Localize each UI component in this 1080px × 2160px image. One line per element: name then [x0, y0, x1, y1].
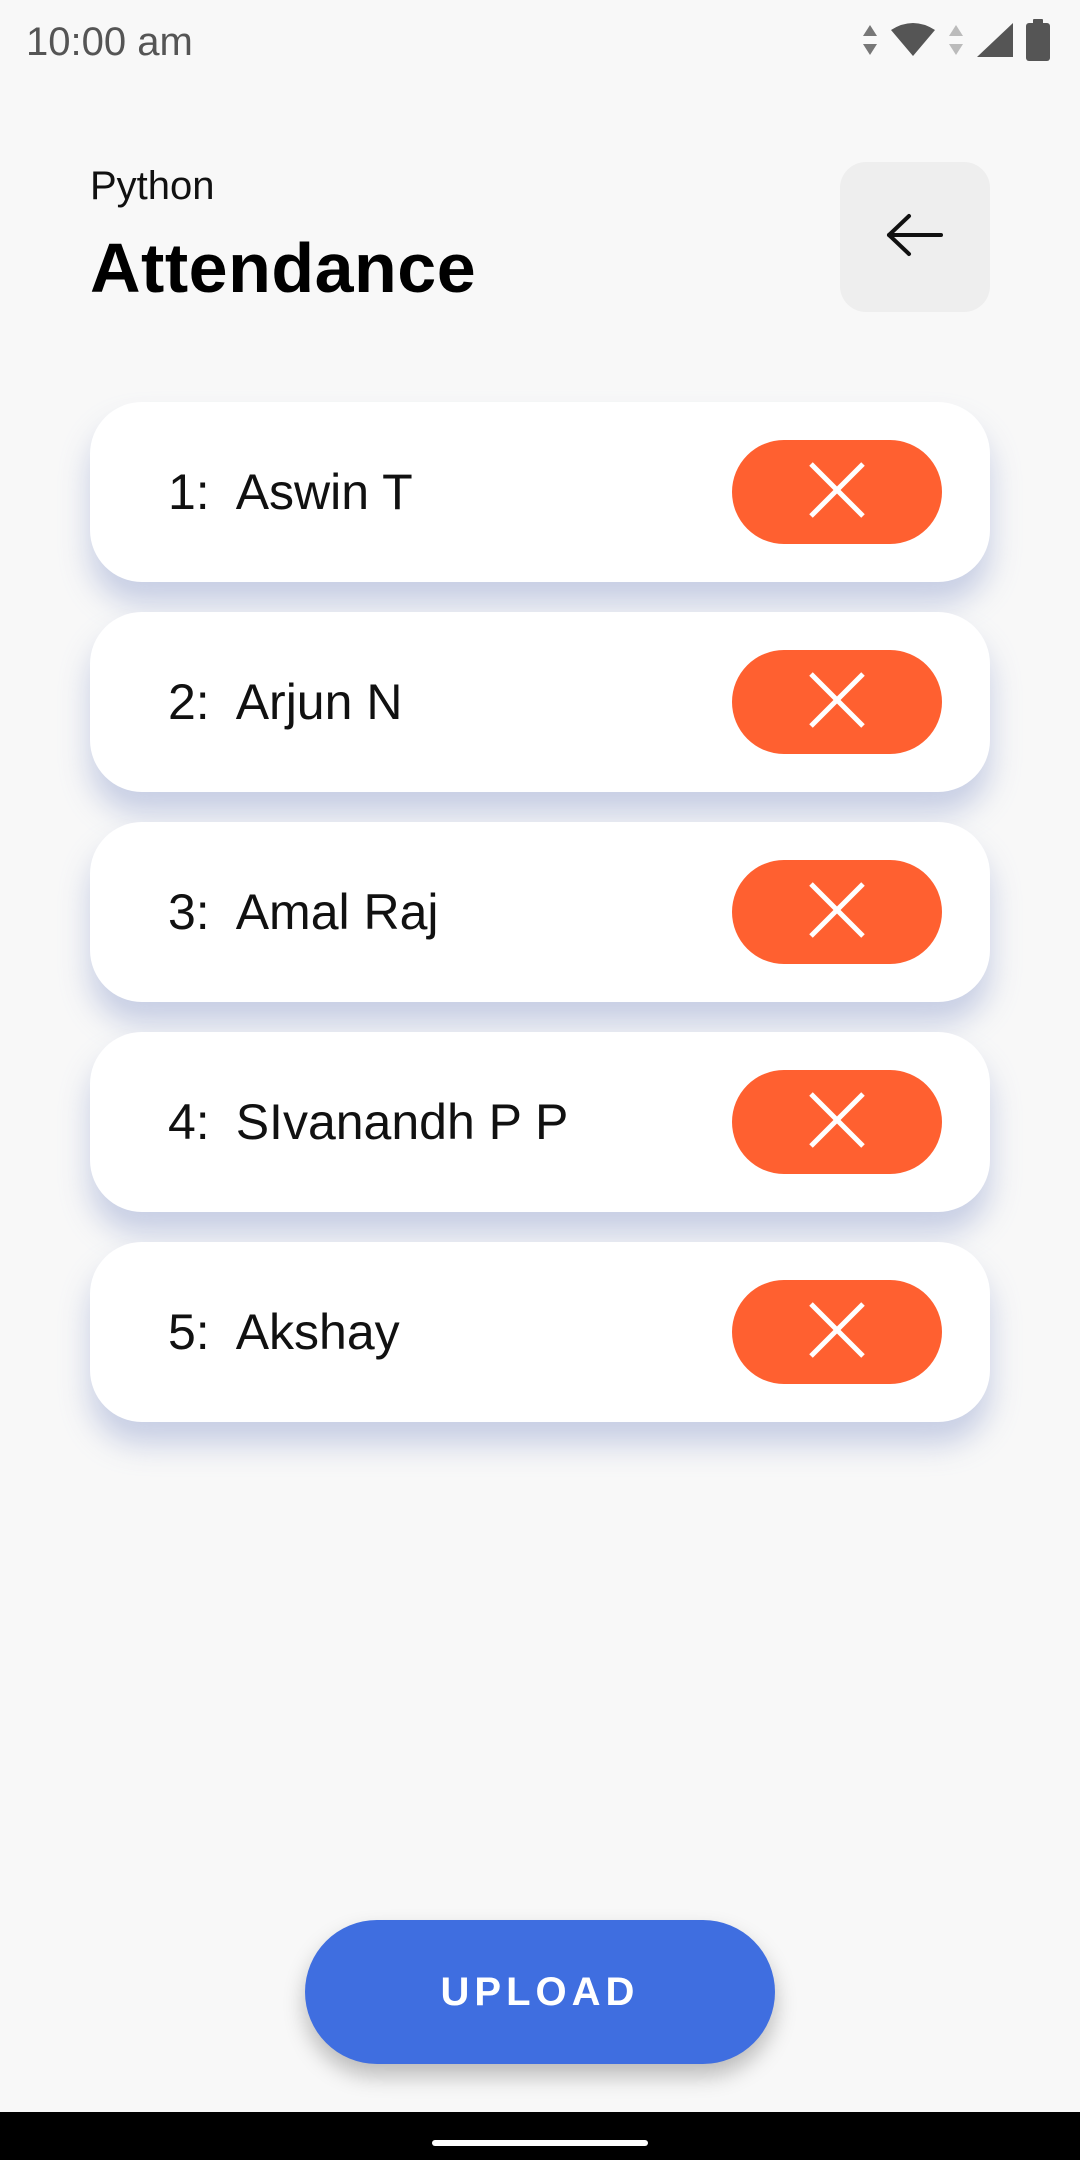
status-bar: 10:00 am — [0, 0, 1080, 88]
close-icon — [807, 670, 867, 735]
student-name: Aswin T — [235, 464, 413, 520]
student-card: 3: Amal Raj — [90, 822, 990, 1002]
mark-absent-button[interactable] — [732, 440, 942, 544]
data-activity-icon — [862, 23, 878, 62]
upload-button[interactable]: UPLOAD — [305, 1920, 775, 2064]
student-number: 1: — [168, 464, 210, 520]
close-icon — [807, 460, 867, 525]
student-entry: 1: Aswin T — [168, 402, 413, 582]
student-number: 5: — [168, 1304, 210, 1360]
data-activity-icon-2 — [948, 23, 964, 62]
mark-absent-button[interactable] — [732, 860, 942, 964]
student-entry: 3: Amal Raj — [168, 822, 439, 1002]
home-gesture-handle[interactable] — [432, 2140, 648, 2146]
wifi-icon — [890, 22, 936, 63]
student-card: 4: SIvanandh P P — [90, 1032, 990, 1212]
student-entry: 5: Akshay — [168, 1242, 400, 1422]
close-icon — [807, 1300, 867, 1365]
student-name: Amal Raj — [235, 884, 439, 940]
close-icon — [807, 1090, 867, 1155]
student-name: Arjun N — [235, 674, 403, 730]
page-title: Attendance — [90, 229, 477, 307]
course-subtitle: Python — [90, 164, 215, 208]
mark-absent-button[interactable] — [732, 1280, 942, 1384]
mark-absent-button[interactable] — [732, 1070, 942, 1174]
status-icons — [862, 18, 1050, 66]
arrow-left-icon — [885, 213, 945, 262]
battery-icon — [1026, 18, 1050, 66]
student-card: 2: Arjun N — [90, 612, 990, 792]
student-entry: 2: Arjun N — [168, 612, 402, 792]
close-icon — [807, 880, 867, 945]
student-number: 2: — [168, 674, 210, 730]
student-name: Akshay — [235, 1304, 400, 1360]
student-number: 3: — [168, 884, 210, 940]
mark-absent-button[interactable] — [732, 650, 942, 754]
student-name: SIvanandh P P — [235, 1094, 569, 1150]
student-number: 4: — [168, 1094, 210, 1150]
system-nav-bar — [0, 2112, 1080, 2160]
student-entry: 4: SIvanandh P P — [168, 1032, 568, 1212]
student-card: 1: Aswin T — [90, 402, 990, 582]
student-card: 5: Akshay — [90, 1242, 990, 1422]
signal-icon — [976, 22, 1014, 63]
status-time: 10:00 am — [26, 20, 193, 64]
back-button[interactable] — [840, 162, 990, 312]
student-list: 1: Aswin T 2: Arjun N 3: Amal Raj 4: SIv… — [90, 402, 990, 1452]
